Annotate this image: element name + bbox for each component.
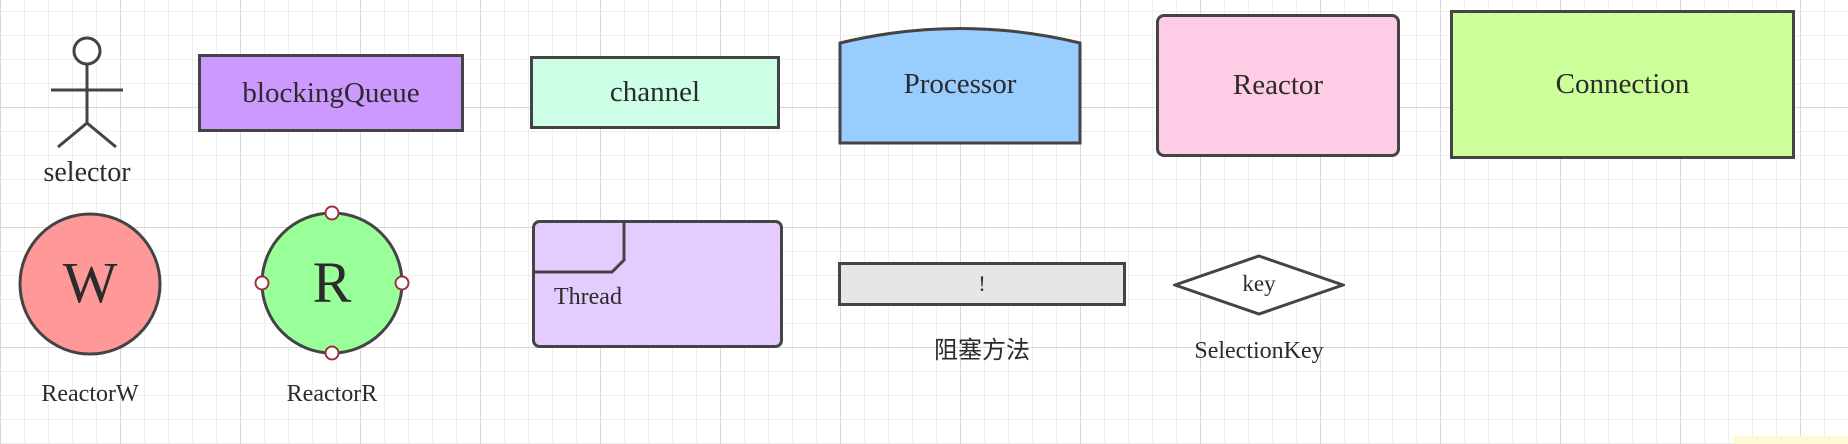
selector-label: selector: [43, 157, 131, 188]
processor-label: Processor: [903, 68, 1017, 100]
blocking-method-label: 阻塞方法: [934, 336, 1030, 364]
channel-label: channel: [609, 76, 701, 108]
connection-label: Connection: [1555, 68, 1690, 100]
selection-key-glyph: key: [1242, 271, 1276, 296]
reactor-label: Reactor: [1232, 69, 1324, 101]
thread-label: Thread: [554, 284, 622, 310]
blocking-method-bar[interactable]: !: [838, 262, 1126, 306]
selection-key-label: SelectionKey: [1194, 338, 1324, 364]
reactor-r-glyph: R: [312, 250, 352, 315]
reactor-r-label: ReactorR: [286, 381, 378, 407]
highlight-cell: [1734, 436, 1848, 444]
connection-box[interactable]: Connection: [1450, 10, 1795, 159]
blocking-queue-box[interactable]: blockingQueue: [198, 54, 464, 132]
reactor-w-glyph: W: [62, 250, 118, 315]
selector-actor-icon[interactable]: [44, 32, 130, 150]
reactor-box[interactable]: Reactor: [1156, 14, 1400, 157]
channel-box[interactable]: channel: [530, 56, 780, 129]
reactor-w-label: ReactorW: [41, 381, 139, 407]
blocking-queue-label: blockingQueue: [242, 76, 420, 109]
blocking-method-glyph: !: [978, 271, 986, 296]
